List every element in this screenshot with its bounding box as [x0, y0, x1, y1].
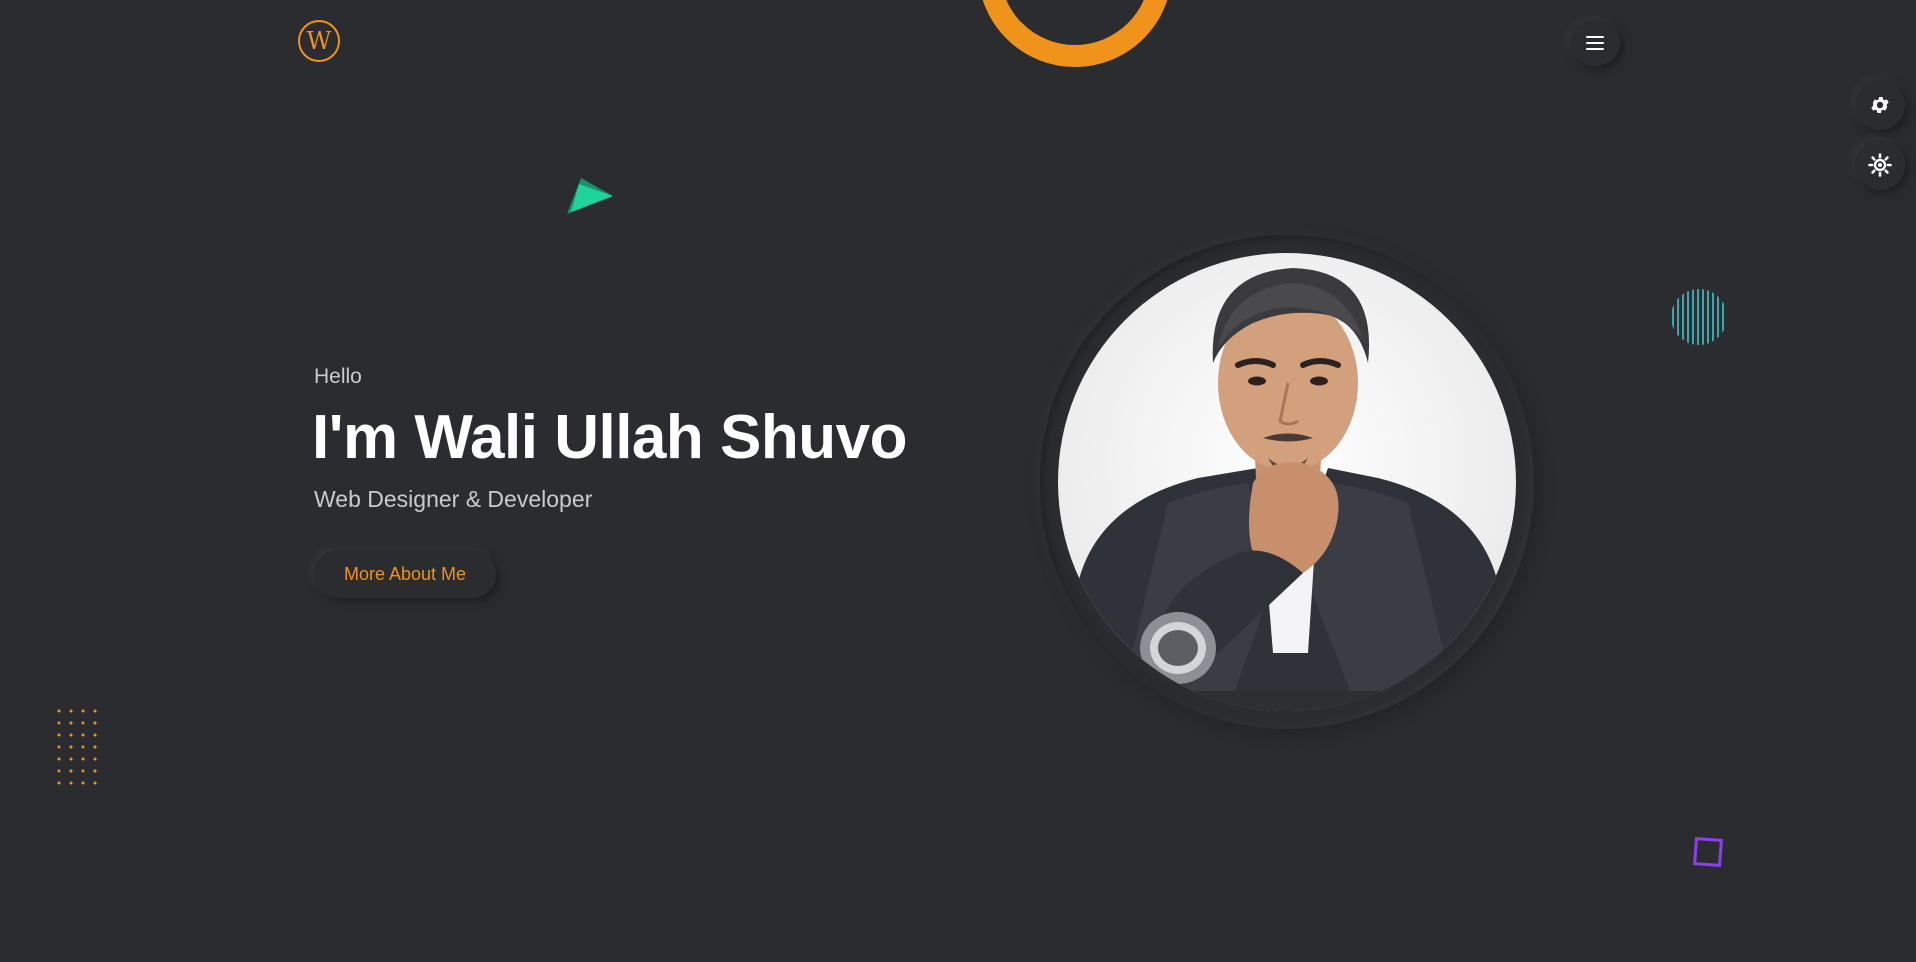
theme-toggle-button[interactable]: [1855, 140, 1905, 190]
profile-frame: [1040, 235, 1534, 729]
more-about-me-button[interactable]: More About Me: [314, 550, 496, 598]
profile-photo: [1058, 253, 1516, 711]
gear-icon: [1871, 97, 1889, 113]
hero-greeting: Hello: [314, 365, 362, 388]
orange-ring-decoration: [982, 0, 1168, 67]
hamburger-icon: [1586, 36, 1604, 50]
sun-icon: [1868, 153, 1892, 177]
hero-role: Web Designer & Developer: [314, 486, 593, 512]
hero-name: I'm Wali Ullah Shuvo: [312, 403, 907, 472]
dot-grid-decoration: [57, 709, 97, 785]
purple-square-decoration: [1693, 837, 1723, 867]
logo[interactable]: W: [298, 20, 340, 62]
person-illustration: [1058, 253, 1516, 711]
settings-button[interactable]: [1855, 80, 1905, 130]
green-triangle-decoration: [567, 178, 613, 214]
page: W Hello I'm Wali Ullah Shuvo Web Designe…: [0, 0, 1916, 962]
menu-button[interactable]: [1570, 20, 1620, 66]
striped-circle-decoration: [1672, 289, 1724, 345]
logo-text: W: [306, 27, 332, 55]
